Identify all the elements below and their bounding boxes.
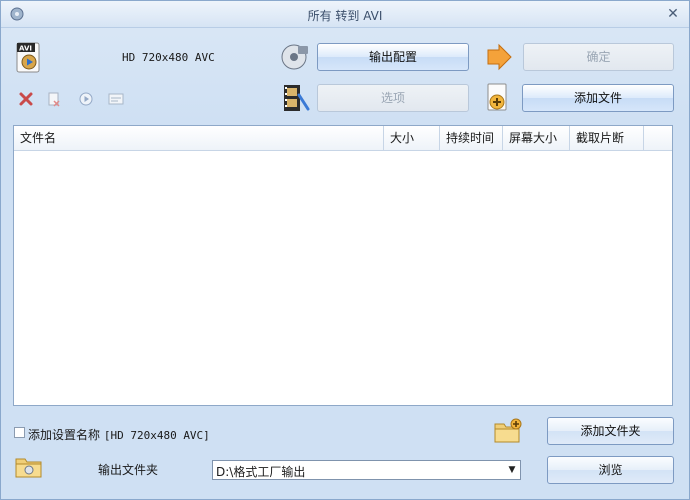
clear-icon[interactable] <box>46 91 62 107</box>
add-settings-name-value: [HD 720x480 AVC] <box>103 429 210 442</box>
chevron-down-icon[interactable]: ▼ <box>504 461 520 479</box>
output-folder-select[interactable]: D:\格式工厂输出 ▼ <box>212 460 521 480</box>
info-icon[interactable] <box>108 91 124 107</box>
output-folder-label: 输出文件夹 <box>98 463 159 477</box>
avi-file-icon: AVI <box>16 42 40 73</box>
remove-icon[interactable] <box>18 91 34 107</box>
add-settings-name-label: 添加设置名称 <box>28 428 101 442</box>
film-icon <box>284 85 310 111</box>
profile-label: HD 720x480 AVC <box>122 51 215 64</box>
browse-button[interactable]: 浏览 <box>547 456 674 484</box>
play-icon[interactable] <box>78 91 94 107</box>
close-icon[interactable]: ✕ <box>665 6 681 22</box>
options-button[interactable]: 选项 <box>317 84 469 112</box>
conversion-window: 所有 转到 AVI ✕ AVI HD 720x480 AVC 输出配置 确定 选… <box>0 0 690 500</box>
ok-button[interactable]: 确定 <box>523 43 674 71</box>
title-bar: 所有 转到 AVI ✕ <box>1 1 689 28</box>
column-clip[interactable]: 截取片断 <box>570 126 644 150</box>
folder-icon[interactable] <box>14 454 44 480</box>
arrow-right-icon <box>487 43 512 71</box>
add-folder-icon <box>494 418 522 443</box>
add-file-icon <box>487 83 507 111</box>
output-folder-value: D:\格式工厂输出 <box>216 465 306 479</box>
disc-config-icon <box>281 44 308 70</box>
table-header: 文件名 大小 持续时间 屏幕大小 截取片断 <box>14 126 672 151</box>
column-screen-size[interactable]: 屏幕大小 <box>503 126 570 150</box>
add-folder-button[interactable]: 添加文件夹 <box>547 417 674 445</box>
window-title: 所有 转到 AVI <box>307 9 383 23</box>
column-size[interactable]: 大小 <box>384 126 440 150</box>
svg-text:AVI: AVI <box>19 45 32 53</box>
column-duration[interactable]: 持续时间 <box>440 126 503 150</box>
output-config-button[interactable]: 输出配置 <box>317 43 469 71</box>
column-filename[interactable]: 文件名 <box>14 126 384 150</box>
add-settings-name-checkbox[interactable] <box>14 427 25 438</box>
add-file-button[interactable]: 添加文件 <box>522 84 674 112</box>
file-list-table[interactable]: 文件名 大小 持续时间 屏幕大小 截取片断 <box>13 125 673 406</box>
